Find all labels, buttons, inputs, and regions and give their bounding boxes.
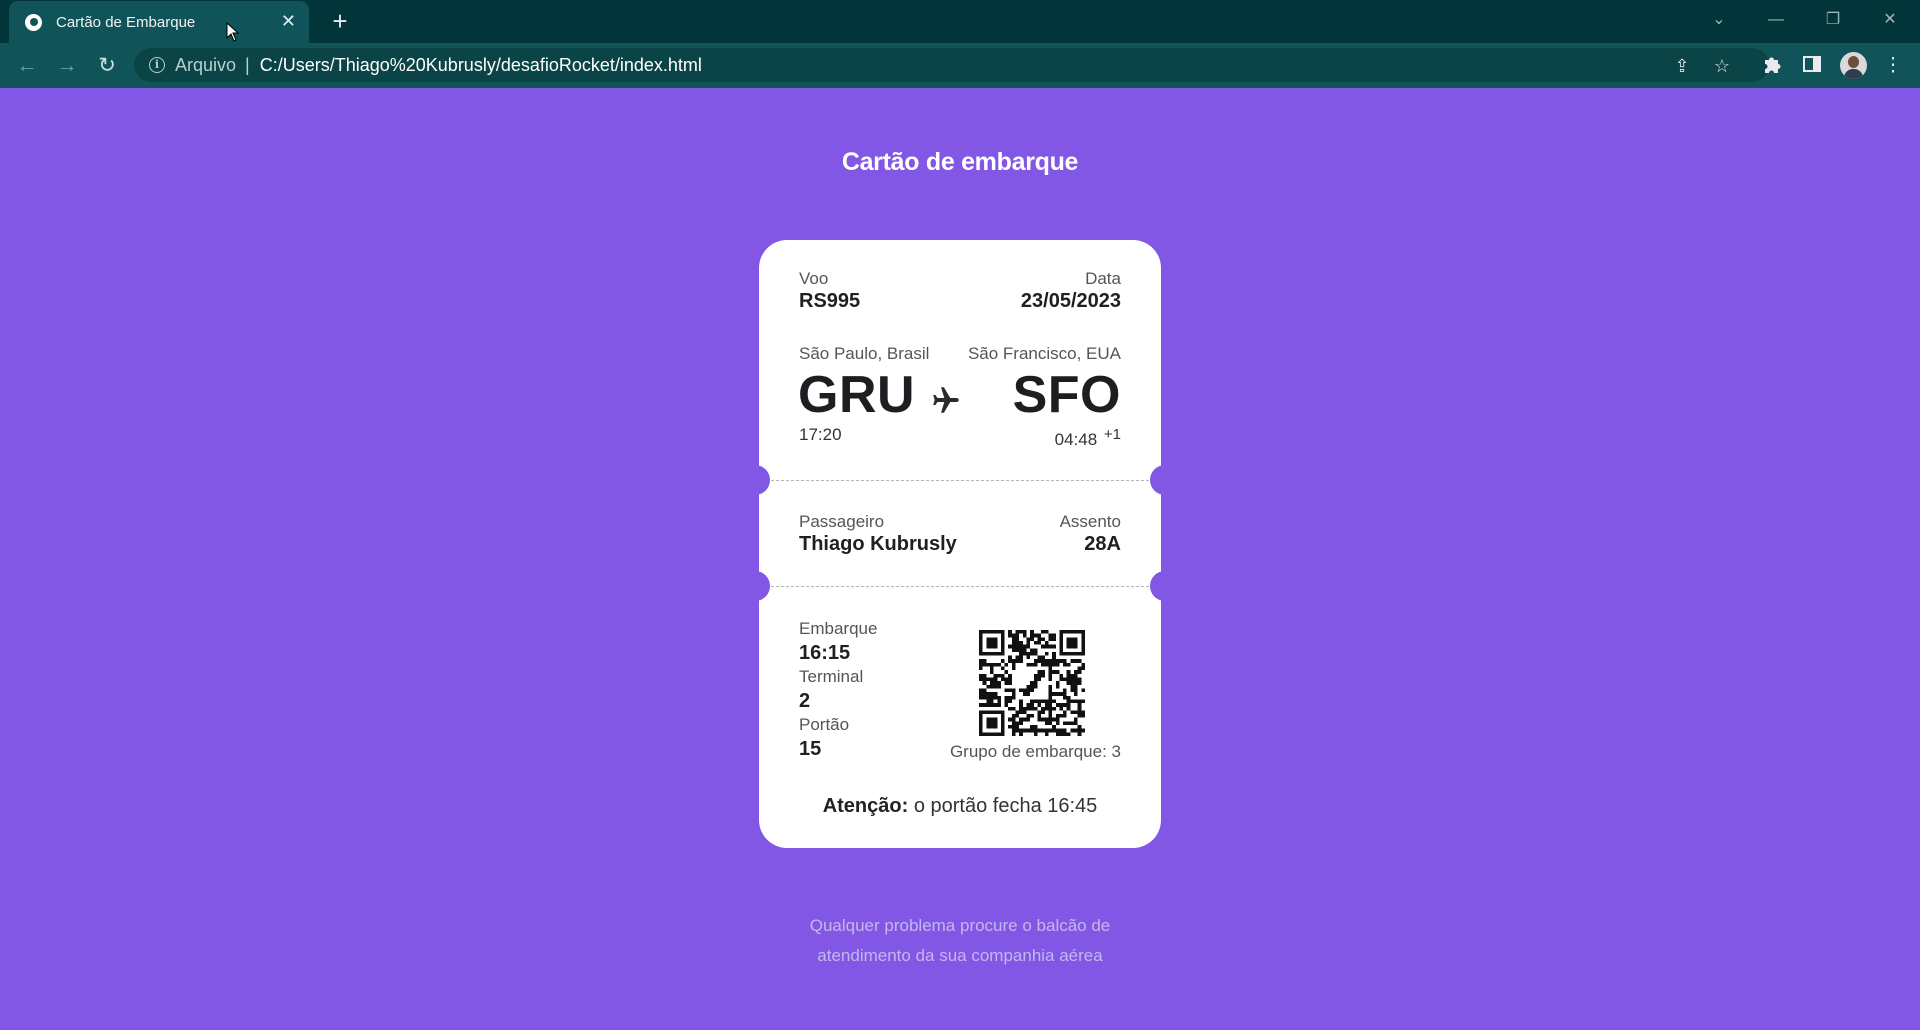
gate-label: Portão (799, 715, 850, 734)
scheme-label: Arquivo (175, 54, 237, 75)
forward-arrow-icon[interactable]: → (53, 52, 81, 80)
boarding-value: 16:15 (799, 642, 851, 664)
date-label: Data (1085, 269, 1121, 288)
restore-icon[interactable]: ❐ (1813, 6, 1853, 34)
ticket-divider (771, 480, 1149, 481)
attention-bold: Atenção: (822, 795, 909, 817)
footer-note: Qualquer problema procure o balcão de at… (0, 911, 1920, 971)
attention-text: o portão fecha 16:45 (908, 795, 1098, 817)
destination-code: SFO (1012, 366, 1121, 424)
address-bar[interactable]: i Arquivo | C:/Users/Thiago%20Kubrusly/d… (134, 48, 1769, 82)
ticket-notch-right (1150, 465, 1172, 495)
terminal-value: 2 (799, 690, 811, 712)
browser-toolbar: ← → ↻ i Arquivo | C:/Users/Thiago%20Kubr… (0, 43, 1920, 88)
origin-time: 17:20 (799, 425, 842, 444)
seat-value: 28A (1084, 533, 1121, 555)
window-close-icon[interactable]: ✕ (1870, 6, 1910, 34)
plus-icon[interactable]: + (325, 6, 355, 36)
puzzle-icon[interactable] (1760, 54, 1784, 78)
destination-city: São Francisco, EUA (967, 344, 1121, 363)
avatar[interactable] (1840, 52, 1867, 79)
airplane-icon (933, 387, 959, 413)
tab-title: Cartão de Embarque (56, 13, 196, 31)
footer-line-2: atendimento da sua companhia aérea (817, 946, 1103, 965)
boarding-pass-card: Voo RS995 Data 23/05/2023 São Paulo, Bra… (748, 240, 1172, 848)
page-title: Cartão de embarque (841, 148, 1079, 176)
boarding-group: Grupo de embarque: 3 (949, 742, 1121, 761)
gate-value: 15 (799, 738, 822, 760)
url-text[interactable]: C:/Users/Thiago%20Kubrusly/desafioRocket… (260, 55, 702, 76)
reload-icon[interactable]: ↻ (93, 52, 121, 80)
flight-label: Voo (799, 269, 829, 288)
browser-tabstrip: Cartão de Embarque ✕ + ⌄ — ❐ ✕ (0, 0, 1920, 43)
ticket-divider (771, 586, 1149, 587)
footer-line-1: Qualquer problema procure o balcão de (809, 916, 1111, 935)
url-separator: | (245, 54, 250, 75)
close-icon[interactable]: ✕ (281, 12, 296, 30)
passenger-label: Passageiro (799, 512, 885, 531)
ticket-notch-left (748, 465, 770, 495)
qr-code (979, 630, 1085, 736)
menu-kebab-icon[interactable]: ⋮ (1881, 54, 1905, 78)
info-icon[interactable]: i (149, 57, 165, 73)
share-icon[interactable]: ⇪ (1671, 55, 1693, 77)
ticket-notch-right (1150, 571, 1172, 601)
attention-notice: Atenção: o portão fecha 16:45 (759, 795, 1161, 818)
destination-time: 04:48 (1054, 430, 1098, 449)
terminal-label: Terminal (799, 667, 864, 686)
side-panel-icon[interactable] (1800, 54, 1824, 78)
destination-time-row: 04:48 +1 (1055, 424, 1121, 449)
flight-value: RS995 (799, 290, 861, 312)
seat-label: Assento (1059, 512, 1121, 531)
back-arrow-icon[interactable]: ← (13, 52, 41, 80)
globe-icon (25, 13, 42, 31)
mouse-cursor-icon (226, 22, 240, 42)
minimize-icon[interactable]: — (1756, 6, 1796, 34)
day-offset: +1 (1103, 426, 1121, 443)
boarding-label: Embarque (799, 619, 878, 638)
browser-tab-active[interactable]: Cartão de Embarque ✕ (9, 1, 309, 43)
date-value: 23/05/2023 (1020, 290, 1121, 312)
tab-search-chevron-icon[interactable]: ⌄ (1699, 6, 1739, 34)
origin-code: GRU (798, 366, 916, 424)
origin-city: São Paulo, Brasil (799, 344, 930, 363)
star-icon[interactable]: ☆ (1711, 55, 1733, 77)
passenger-value: Thiago Kubrusly (799, 533, 957, 555)
ticket-notch-left (748, 571, 770, 601)
